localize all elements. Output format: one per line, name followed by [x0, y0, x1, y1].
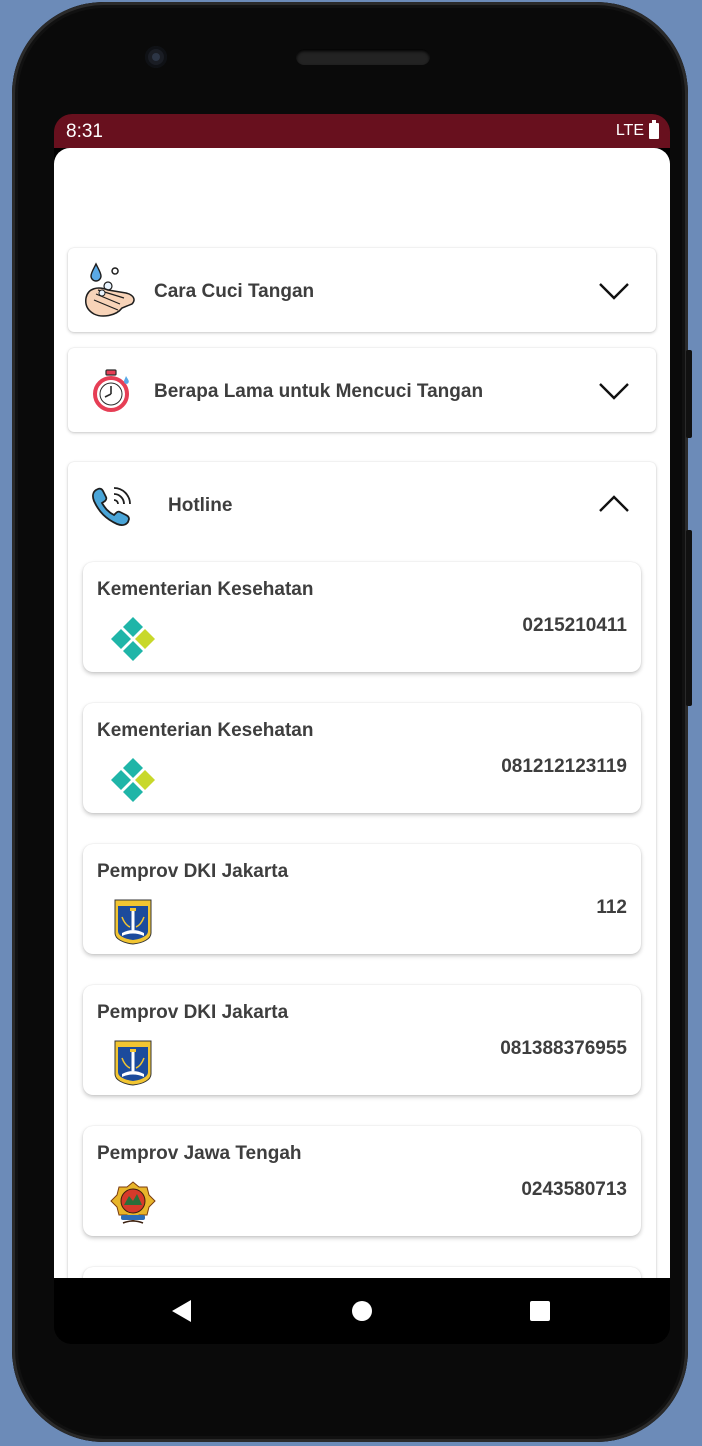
screen: 8:31 LTE Cara Cuci Tangan Berapa Lama un… — [54, 114, 670, 1344]
hotline-name: Pemprov DKI Jakarta — [97, 1002, 289, 1023]
hotline-card[interactable]: Pemprov Jawa Tengah 0243580713 — [83, 1126, 641, 1236]
hotline-name: Kementerian Kesehatan — [97, 720, 314, 741]
phone-frame: 8:31 LTE Cara Cuci Tangan Berapa Lama un… — [12, 2, 692, 1442]
power-button — [686, 350, 692, 438]
phone-icon — [92, 487, 131, 526]
section-title: Cara Cuci Tangan — [154, 281, 315, 302]
kemenkes-logo-icon — [111, 758, 155, 802]
chevron-up-icon[interactable] — [598, 494, 630, 514]
accordion-berapa-lama[interactable]: Berapa Lama untuk Mencuci Tangan — [68, 348, 656, 432]
network-indicator: LTE — [615, 122, 644, 139]
dki-jakarta-emblem-icon — [114, 899, 152, 945]
earpiece-speaker — [296, 49, 430, 65]
hotline-card[interactable] — [83, 1267, 641, 1278]
hotline-phone[interactable]: 081212123119 — [501, 756, 627, 778]
jawa-tengah-emblem-icon — [110, 1181, 156, 1224]
hotline-phone[interactable]: 081388376955 — [500, 1038, 627, 1060]
hotline-card[interactable]: Kementerian Kesehatan 081212123119 — [83, 703, 641, 813]
hand-washing-icon — [85, 262, 135, 317]
hotline-card[interactable]: Kementerian Kesehatan 0215210411 — [83, 562, 641, 672]
recent-apps-icon[interactable] — [530, 1301, 550, 1321]
hotline-phone[interactable]: 112 — [596, 897, 627, 919]
accordion-cara-cuci-tangan[interactable]: Cara Cuci Tangan — [68, 248, 656, 332]
hotline-card[interactable]: Pemprov DKI Jakarta 081388376955 — [83, 985, 641, 1095]
home-icon[interactable] — [352, 1301, 372, 1321]
back-icon[interactable] — [172, 1300, 191, 1322]
app-content: Cara Cuci Tangan Berapa Lama untuk Mencu… — [54, 148, 670, 1278]
status-time: 8:31 — [66, 121, 103, 142]
status-bar: 8:31 LTE — [54, 114, 670, 148]
volume-button — [686, 530, 692, 706]
dki-jakarta-emblem-icon — [114, 1040, 152, 1086]
chevron-down-icon[interactable] — [598, 281, 630, 301]
hotline-name: Kementerian Kesehatan — [97, 579, 314, 600]
section-title: Hotline — [168, 495, 233, 516]
hotline-phone[interactable]: 0243580713 — [521, 1179, 627, 1201]
battery-icon — [649, 120, 659, 139]
chevron-down-icon[interactable] — [598, 381, 630, 401]
front-camera — [145, 46, 167, 68]
hotline-card[interactable]: Pemprov DKI Jakarta 112 — [83, 844, 641, 954]
navigation-bar — [54, 1278, 670, 1344]
hotline-name: Pemprov Jawa Tengah — [97, 1143, 302, 1164]
hotline-name: Pemprov DKI Jakarta — [97, 861, 289, 882]
section-title: Berapa Lama untuk Mencuci Tangan — [154, 381, 484, 402]
hotline-phone[interactable]: 0215210411 — [522, 615, 627, 637]
kemenkes-logo-icon — [111, 617, 155, 661]
stopwatch-icon — [93, 369, 129, 412]
